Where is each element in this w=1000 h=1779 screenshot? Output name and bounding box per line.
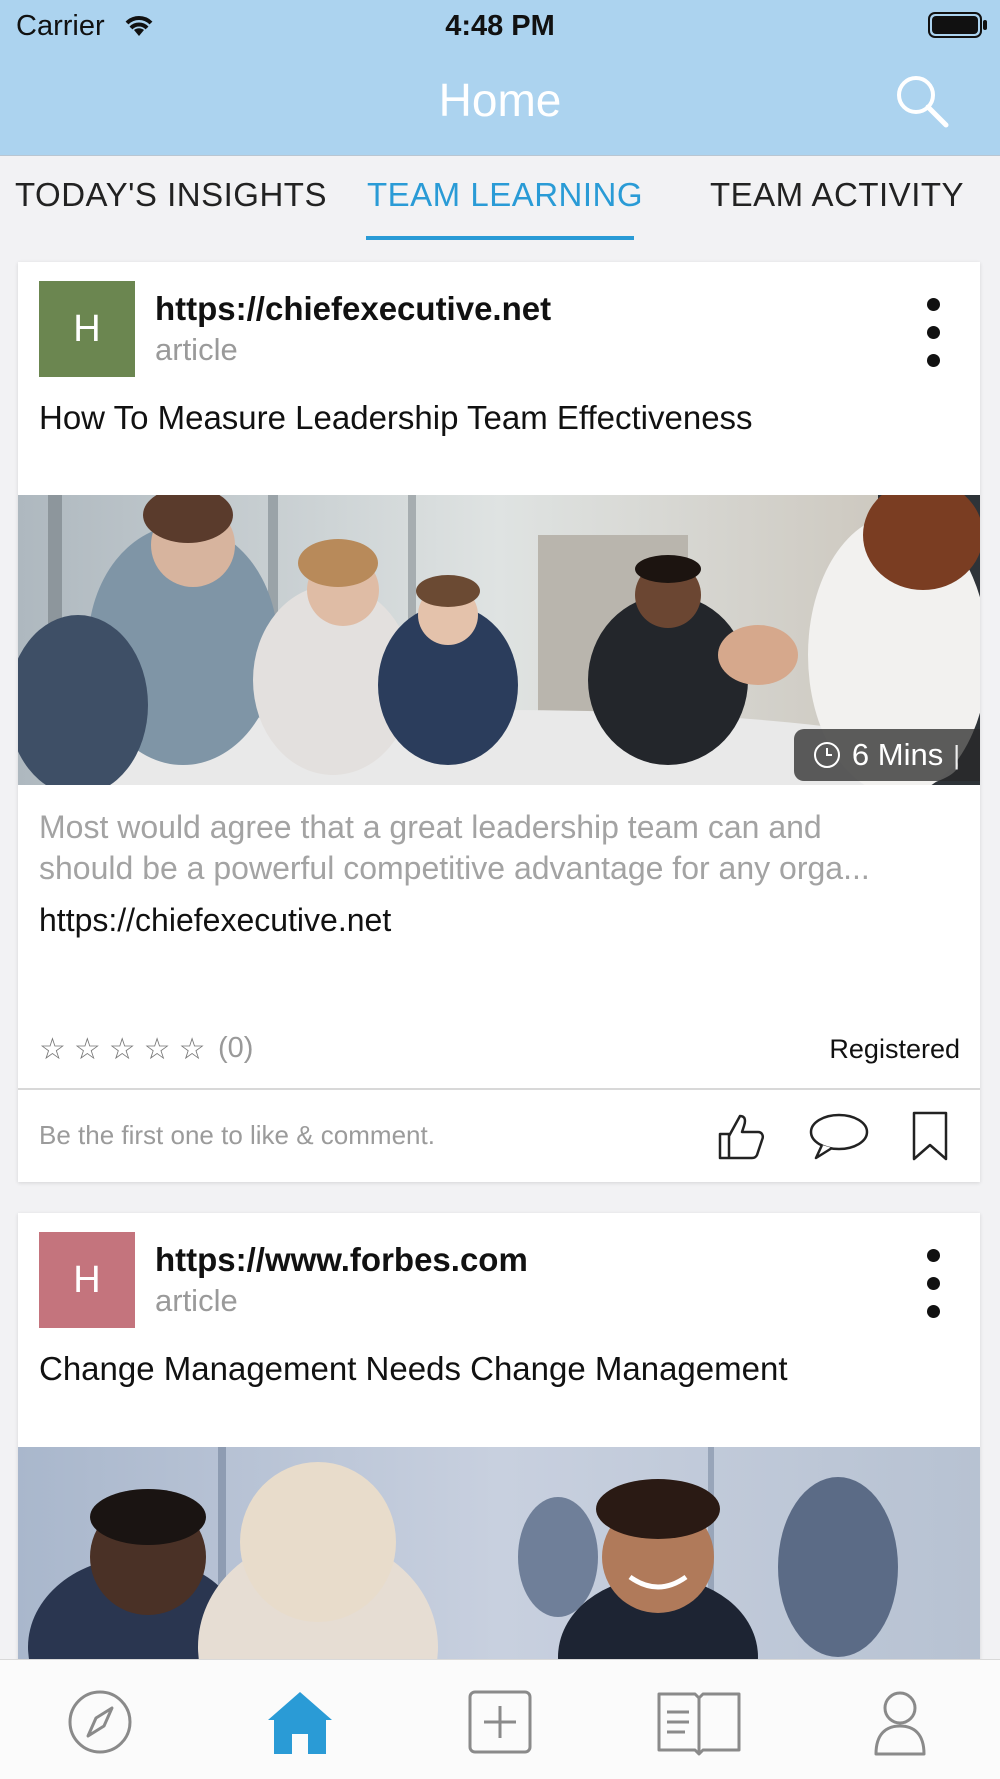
feed-card[interactable]: H https://www.forbes.com article Change … xyxy=(18,1213,980,1693)
team-photo xyxy=(18,1447,980,1693)
active-tab-indicator xyxy=(366,236,634,240)
article-link[interactable]: https://chiefexecutive.net xyxy=(39,902,391,939)
more-options-icon[interactable] xyxy=(923,298,945,368)
engagement-prompt: Be the first one to like & comment. xyxy=(39,1120,435,1150)
clock: 4:48 PM xyxy=(445,10,555,42)
read-duration: 6 Mins xyxy=(851,737,944,772)
tab-strip: TODAY'S INSIGHTS TEAM LEARNING TEAM ACTI… xyxy=(0,156,1000,240)
tab-team-activity[interactable]: TEAM ACTIVITY xyxy=(710,176,964,214)
article-image[interactable]: 6 Mins | xyxy=(18,495,980,785)
battery-icon xyxy=(928,12,987,38)
divider xyxy=(18,1088,980,1090)
page-title: Home xyxy=(438,74,562,126)
content-type: article xyxy=(155,332,238,367)
avatar: H xyxy=(39,281,135,377)
article-image[interactable] xyxy=(18,1447,980,1693)
bookmark-icon[interactable] xyxy=(910,1110,950,1162)
search-icon[interactable] xyxy=(890,69,954,133)
status-label: Registered xyxy=(829,1034,960,1064)
tab-team-learning[interactable]: TEAM LEARNING xyxy=(367,176,643,214)
article-title[interactable]: Change Management Needs Change Managemen… xyxy=(39,1350,788,1388)
source-url[interactable]: https://www.forbes.com xyxy=(155,1241,528,1279)
article-title[interactable]: How To Measure Leadership Team Effective… xyxy=(39,399,753,437)
source-url[interactable]: https://chiefexecutive.net xyxy=(155,290,551,328)
like-icon[interactable] xyxy=(714,1110,766,1162)
book-icon[interactable] xyxy=(655,1684,743,1760)
comment-icon[interactable] xyxy=(808,1110,870,1162)
clock-icon xyxy=(813,742,840,768)
description-line-2: should be a powerful competitive advanta… xyxy=(39,850,870,886)
rating-count: (0) xyxy=(218,1032,254,1064)
feed-card[interactable]: H https://chiefexecutive.net article How… xyxy=(18,262,980,1182)
star-rating[interactable]: ☆☆☆☆☆ xyxy=(39,1032,213,1067)
profile-icon[interactable] xyxy=(862,1684,938,1760)
bottom-tab-bar xyxy=(0,1659,1000,1779)
home-icon[interactable] xyxy=(262,1684,338,1760)
article-description: Most would agree that a great leadership… xyxy=(39,807,974,889)
add-icon[interactable] xyxy=(462,1684,538,1760)
tab-todays-insights[interactable]: TODAY'S INSIGHTS xyxy=(15,176,327,214)
description-line-1: Most would agree that a great leadership… xyxy=(39,809,822,845)
avatar: H xyxy=(39,1232,135,1328)
more-options-icon[interactable] xyxy=(923,1249,945,1319)
read-duration-badge: 6 Mins | xyxy=(793,729,980,781)
compass-icon[interactable] xyxy=(62,1684,138,1760)
content-type: article xyxy=(155,1283,238,1318)
status-bar: Carrier 4:48 PM xyxy=(0,0,1000,55)
nav-bar: Home xyxy=(0,55,1000,156)
